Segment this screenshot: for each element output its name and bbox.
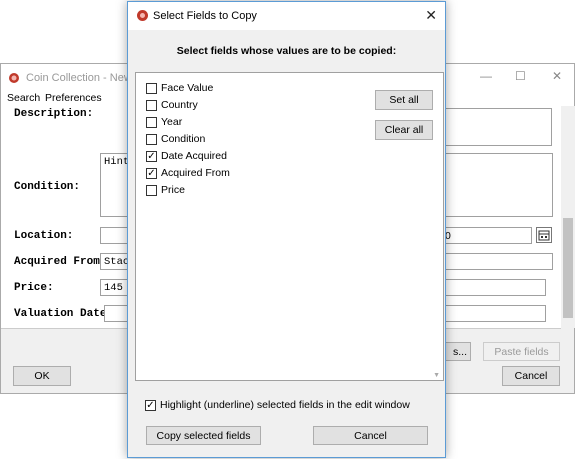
field-option[interactable]: Face Value: [146, 81, 213, 95]
acquired-from-label: Acquired From:: [14, 256, 107, 268]
highlight-option[interactable]: ✓ Highlight (underline) selected fields …: [145, 399, 410, 411]
location-field-right[interactable]: 0: [441, 227, 532, 244]
checkbox[interactable]: [146, 133, 157, 145]
price-field[interactable]: 145: [100, 279, 130, 296]
checkbox[interactable]: [146, 82, 157, 94]
field-option[interactable]: ✓ Date Acquired: [146, 149, 227, 163]
checkbox-checked[interactable]: ✓: [146, 150, 157, 162]
description-field[interactable]: [441, 108, 552, 146]
field-option[interactable]: Price: [146, 183, 185, 197]
bg-cancel-button[interactable]: Cancel: [502, 366, 560, 386]
price-field-right[interactable]: [441, 279, 546, 296]
field-option[interactable]: Year: [146, 115, 182, 129]
chevron-down-icon[interactable]: ▼: [433, 372, 440, 379]
checkbox[interactable]: [146, 184, 157, 196]
menu-preferences[interactable]: Preferences: [45, 92, 102, 104]
dialog-heading: Select fields whose values are to be cop…: [176, 45, 397, 57]
fields-list-panel: Face Value Country Year Condition ✓ Date…: [135, 72, 444, 381]
field-option[interactable]: ✓ Acquired From: [146, 166, 230, 180]
field-option-label: Face Value: [161, 82, 214, 94]
close-icon[interactable]: ✕: [552, 69, 562, 83]
field-option-label: Condition: [161, 133, 206, 145]
close-icon[interactable]: ✕: [425, 7, 437, 24]
minimize-icon[interactable]: —: [480, 69, 492, 83]
checkbox-checked[interactable]: ✓: [146, 167, 157, 179]
valuation-date-label: Valuation Date:: [14, 308, 114, 320]
location-field[interactable]: [100, 227, 130, 244]
scrollbar-thumb[interactable]: [563, 218, 573, 318]
paste-fields-button[interactable]: Paste fields: [483, 342, 560, 361]
clear-all-button[interactable]: Clear all: [375, 120, 433, 140]
copy-selected-fields-button[interactable]: Copy selected fields: [146, 426, 261, 445]
condition-field[interactable]: Hint: [100, 153, 130, 217]
field-option-label: Year: [161, 116, 183, 128]
form-scrollbar[interactable]: [561, 106, 575, 328]
field-option-label: Date Acquired: [161, 150, 227, 162]
dialog-title: Select Fields to Copy: [153, 10, 257, 22]
app-icon: [9, 73, 19, 83]
acquired-from-field[interactable]: Stac: [100, 253, 130, 270]
acquired-from-field-right[interactable]: [441, 253, 553, 270]
field-option-label: Price: [161, 184, 185, 196]
field-option[interactable]: Condition: [146, 132, 205, 146]
set-all-button[interactable]: Set all: [375, 90, 433, 110]
valuation-date-field-right[interactable]: [441, 305, 546, 322]
dialog-titlebar: Select Fields to Copy ✕: [128, 2, 445, 30]
menu-search[interactable]: Search: [7, 92, 40, 104]
highlight-option-label: Highlight (underline) selected fields in…: [160, 399, 410, 411]
checkbox[interactable]: [146, 116, 157, 128]
checkbox-checked[interactable]: ✓: [145, 399, 156, 411]
condition-label: Condition:: [14, 181, 81, 193]
maximize-icon[interactable]: ☐: [515, 69, 526, 83]
condition-field-right[interactable]: [441, 153, 553, 217]
field-option-label: Country: [161, 99, 198, 111]
app-icon: [137, 10, 148, 21]
checkbox[interactable]: [146, 99, 157, 111]
field-option-label: Acquired From: [161, 167, 230, 179]
location-label: Location:: [14, 230, 74, 242]
description-label: Description:: [14, 108, 94, 120]
price-label: Price:: [14, 282, 54, 294]
field-option[interactable]: Country: [146, 98, 198, 112]
dialog-cancel-button[interactable]: Cancel: [313, 426, 428, 445]
select-fields-dialog: Select Fields to Copy ✕ Select fields wh…: [127, 1, 446, 458]
calendar-icon[interactable]: [536, 227, 552, 243]
ok-button[interactable]: OK: [13, 366, 71, 386]
